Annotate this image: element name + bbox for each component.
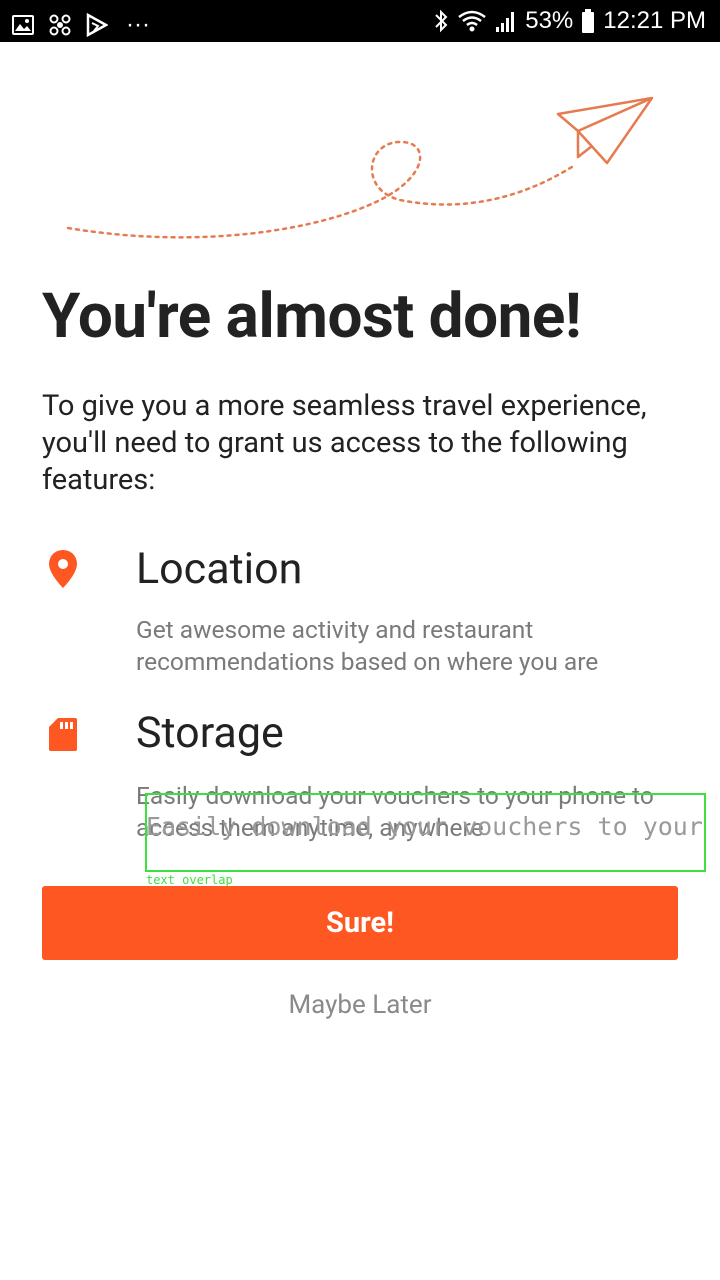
paper-plane-icon <box>556 96 654 165</box>
battery-percent: 53% <box>525 7 574 34</box>
sd-card-icon <box>48 716 78 756</box>
gallery-icon <box>12 14 34 36</box>
status-bar-system: 53% 12:21 PM <box>433 4 706 38</box>
signal-icon <box>495 9 517 33</box>
clock: 12:21 PM <box>603 7 706 34</box>
paper-plane-illustration <box>66 96 654 239</box>
location-pin-icon <box>47 548 79 594</box>
wifi-icon <box>457 9 487 33</box>
sure-button[interactable]: Sure! <box>42 886 678 960</box>
text-overlap-duplicate: Easily download your vouchers to your ph… <box>146 812 706 841</box>
intro-text: To give you a more seamless travel exper… <box>42 389 647 497</box>
battery-icon <box>581 8 595 34</box>
more-notifications-indicator: ··· <box>126 11 150 38</box>
status-bar-notifications: ··· <box>12 8 150 42</box>
text-overlap-label: text overlap <box>146 873 233 887</box>
page-title: You're almost done! <box>42 280 582 353</box>
feature-title-storage: Storage <box>136 708 284 758</box>
bluetooth-icon <box>433 8 449 34</box>
play-store-icon <box>86 13 108 37</box>
status-bar: ··· 53% 12:21 PM <box>0 0 720 42</box>
feature-description-location: Get awesome activity and restaurant reco… <box>136 615 599 676</box>
fan-icon <box>48 13 72 37</box>
maybe-later-button[interactable]: Maybe Later <box>0 990 720 1020</box>
feature-title-location: Location <box>136 544 303 594</box>
